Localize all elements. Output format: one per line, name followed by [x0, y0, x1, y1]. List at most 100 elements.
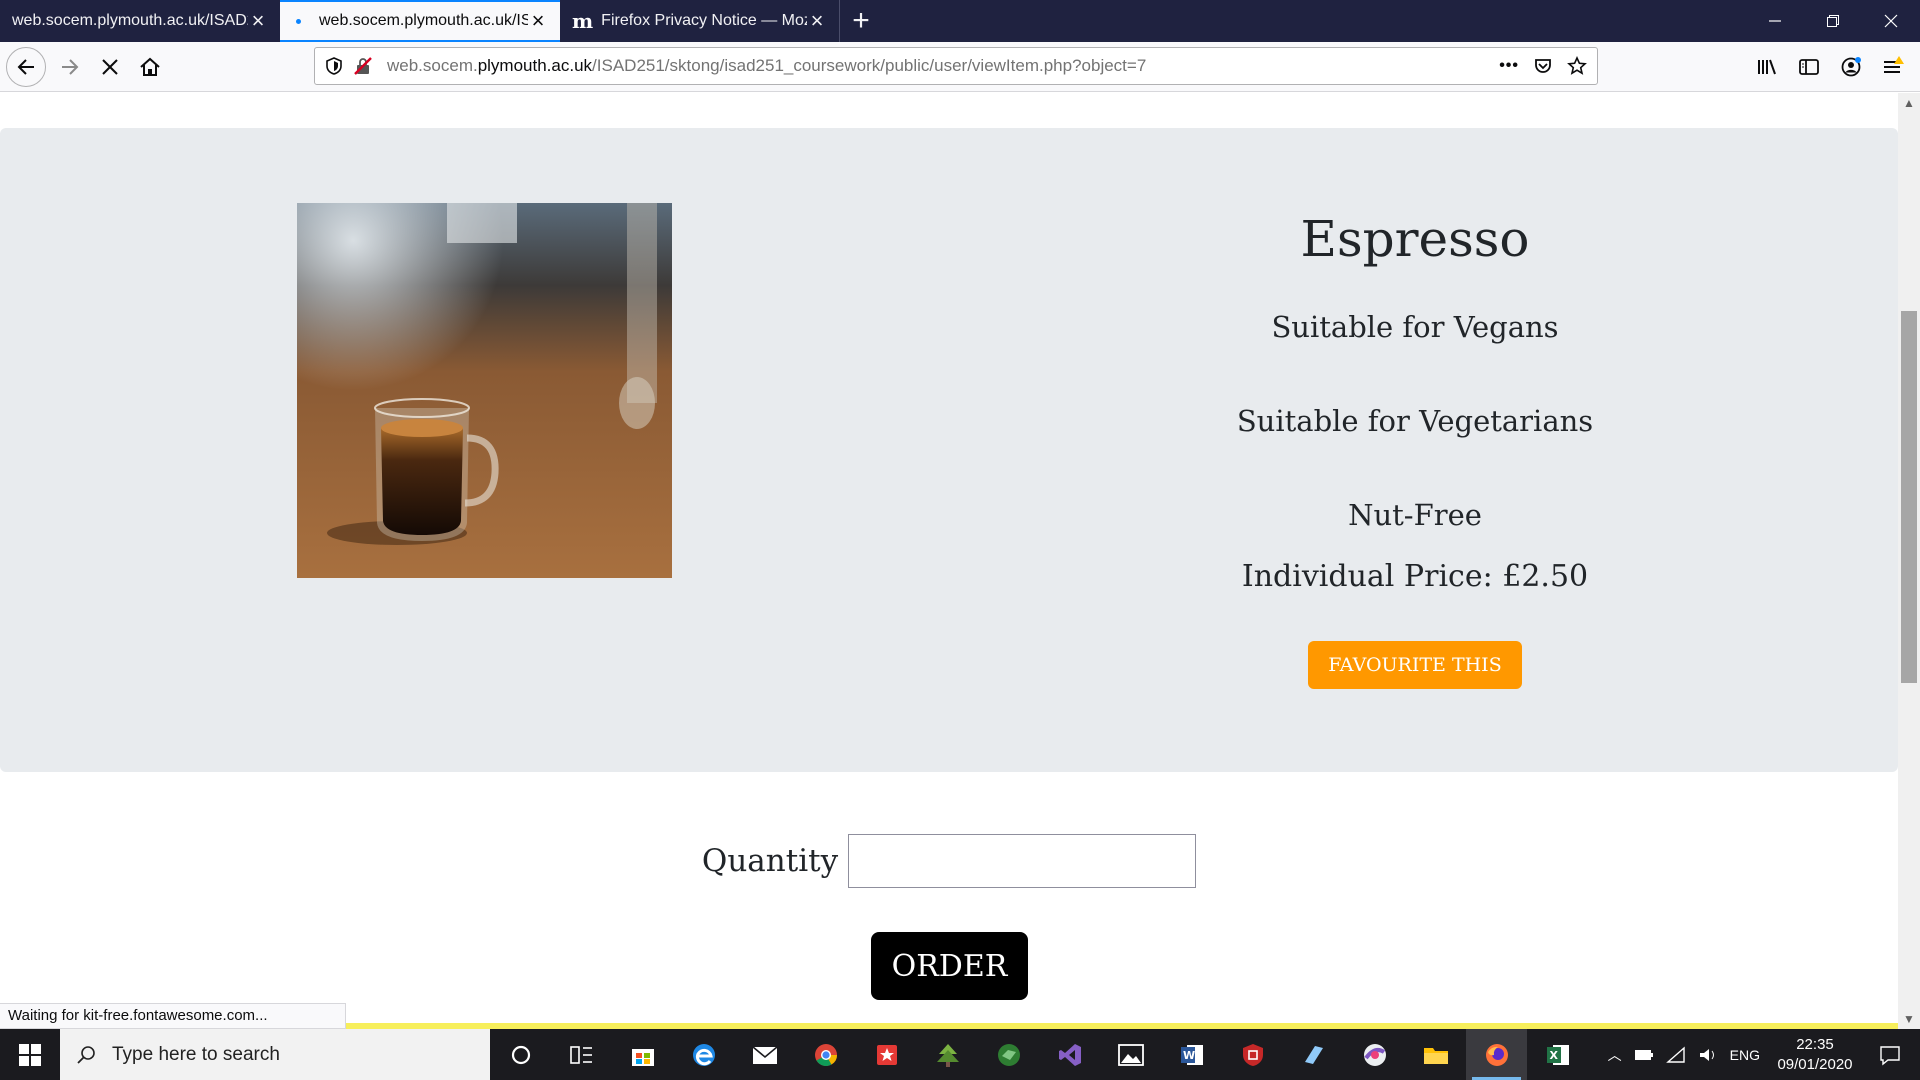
app-red-icon[interactable] [856, 1029, 917, 1080]
battery-icon[interactable] [1634, 1048, 1654, 1062]
restore-icon[interactable] [1804, 0, 1862, 42]
clock-date: 09/01/2020 [1777, 1055, 1853, 1073]
tab-1[interactable]: web.socem.plymouth.ac.uk/ISAD251/ × [0, 0, 280, 42]
app-green-icon[interactable] [978, 1029, 1039, 1080]
dietary-nut-free: Nut-Free [1348, 498, 1482, 532]
insecure-lock-icon[interactable] [353, 56, 373, 76]
firefox-icon[interactable] [1466, 1029, 1527, 1080]
chevron-up-icon[interactable]: ︿ [1608, 1045, 1622, 1065]
tab-title: web.socem.plymouth.ac.uk/ISAD251/ [319, 12, 528, 29]
library-button[interactable] [1748, 49, 1786, 85]
task-view-icon[interactable] [551, 1029, 612, 1080]
notifications-icon[interactable] [1870, 1044, 1910, 1066]
screen: web.socem.plymouth.ac.uk/ISAD251/ × web.… [0, 0, 1920, 1080]
product-hero: Espresso Suitable for Vegans Suitable fo… [0, 128, 1898, 772]
windows-logo-icon [19, 1043, 41, 1066]
app-tree-icon[interactable] [917, 1029, 978, 1080]
home-icon [140, 57, 160, 76]
edge-icon[interactable] [673, 1029, 734, 1080]
mozilla-favicon-icon: m [572, 9, 594, 33]
order-button[interactable]: ORDER [871, 932, 1028, 1000]
forward-button[interactable] [52, 49, 88, 85]
hamburger-menu-icon [1884, 56, 1904, 73]
page-actions-icon[interactable]: ••• [1499, 57, 1519, 75]
word-icon[interactable]: W [1161, 1029, 1222, 1080]
new-tab-button[interactable]: + [840, 0, 882, 42]
tab-title: web.socem.plymouth.ac.uk/ISAD251/ [12, 12, 248, 29]
address-bar[interactable]: web.socem.plymouth.ac.uk/ISAD251/sktong/… [314, 47, 1598, 85]
photos-icon[interactable] [1100, 1029, 1161, 1080]
app-round-icon[interactable] [1344, 1029, 1405, 1080]
back-button[interactable] [6, 46, 46, 87]
mail-icon[interactable] [734, 1029, 795, 1080]
home-button[interactable] [132, 49, 168, 85]
page-scrollbar[interactable]: ▲ ▼ [1898, 93, 1920, 1029]
pocket-icon[interactable] [1533, 56, 1553, 76]
excel-icon[interactable]: X [1527, 1029, 1588, 1080]
app-shield-icon[interactable] [1222, 1029, 1283, 1080]
scroll-thumb[interactable] [1901, 311, 1917, 683]
svg-text:X: X [1549, 1049, 1558, 1062]
espresso-photo [297, 203, 672, 578]
product-price: Individual Price: £2.50 [1241, 559, 1589, 594]
scroll-up-icon[interactable]: ▲ [1898, 93, 1920, 113]
clock-time: 22:35 [1796, 1035, 1834, 1053]
favourite-button[interactable]: FAVOURITE THIS [1308, 641, 1522, 689]
arrow-right-icon [62, 58, 79, 75]
tab-close-icon[interactable]: × [248, 10, 268, 32]
svg-text:W: W [1183, 1049, 1195, 1062]
wifi-icon[interactable] [1665, 1045, 1686, 1064]
loading-dot-icon [296, 18, 301, 24]
scroll-down-icon[interactable]: ▼ [1898, 1009, 1920, 1029]
account-icon [1841, 57, 1861, 77]
system-tray: ︿ ENG 22:35 09/01/2020 [1608, 1035, 1920, 1075]
nav-bar: web.socem.plymouth.ac.uk/ISAD251/sktong/… [0, 42, 1920, 92]
tab-bar: web.socem.plymouth.ac.uk/ISAD251/ × web.… [0, 0, 1920, 42]
store-icon[interactable] [612, 1029, 673, 1080]
product-info: Espresso Suitable for Vegans Suitable fo… [1160, 203, 1670, 689]
toolbar-right [1748, 42, 1920, 92]
windows-taskbar: Type here to search W X ︿ ENG 22:35 09/0… [0, 1029, 1920, 1080]
taskbar-search[interactable]: Type here to search [60, 1029, 490, 1080]
url-path: /ISAD251/sktong/isad251_coursework/publi… [592, 56, 1147, 75]
language-indicator[interactable]: ENG [1730, 1047, 1760, 1063]
account-button[interactable] [1832, 49, 1870, 85]
tab-close-icon[interactable]: × [528, 10, 548, 32]
arrow-left-icon [17, 58, 34, 75]
status-bar: Waiting for kit-free.fontawesome.com... [0, 1003, 346, 1029]
library-icon [1758, 59, 1776, 75]
url-actions: ••• [1499, 56, 1587, 76]
start-button[interactable] [0, 1029, 60, 1080]
url-text[interactable]: web.socem.plymouth.ac.uk/ISAD251/sktong/… [387, 56, 1146, 76]
taskbar-apps: W X [490, 1029, 1588, 1080]
quantity-row: Quantity [0, 833, 1898, 889]
tab-2-active[interactable]: web.socem.plymouth.ac.uk/ISAD251/ × [280, 0, 560, 42]
dietary-vegetarian: Suitable for Vegetarians [1236, 404, 1594, 438]
chrome-icon[interactable] [795, 1029, 856, 1080]
clock[interactable]: 22:35 09/01/2020 [1772, 1035, 1858, 1075]
url-domain: plymouth.ac.uk [477, 56, 593, 75]
close-icon [102, 58, 118, 75]
tab-3[interactable]: m Firefox Privacy Notice — Mozilla × [560, 0, 840, 42]
file-explorer-icon[interactable] [1405, 1029, 1466, 1080]
app-blue-icon[interactable] [1283, 1029, 1344, 1080]
sidebar-icon [1799, 59, 1819, 75]
stop-loading-button[interactable] [92, 49, 128, 85]
tab-close-icon[interactable]: × [807, 10, 827, 32]
minimize-icon[interactable] [1746, 0, 1804, 42]
search-icon [77, 1045, 95, 1064]
bookmark-star-icon[interactable] [1567, 56, 1587, 76]
shield-icon[interactable] [325, 56, 343, 76]
quantity-label: Quantity [701, 843, 839, 879]
sidebar-button[interactable] [1790, 49, 1828, 85]
volume-icon[interactable] [1698, 1046, 1718, 1064]
quantity-input[interactable] [848, 834, 1197, 888]
search-placeholder: Type here to search [112, 1043, 280, 1065]
cortana-icon[interactable] [490, 1029, 551, 1080]
tab-title: Firefox Privacy Notice — Mozilla [601, 12, 807, 29]
menu-button[interactable] [1874, 49, 1912, 85]
url-prefix: web.socem. [387, 56, 478, 75]
visual-studio-icon[interactable] [1039, 1029, 1100, 1080]
product-name: Espresso [1300, 210, 1530, 268]
close-window-icon[interactable] [1862, 0, 1920, 42]
